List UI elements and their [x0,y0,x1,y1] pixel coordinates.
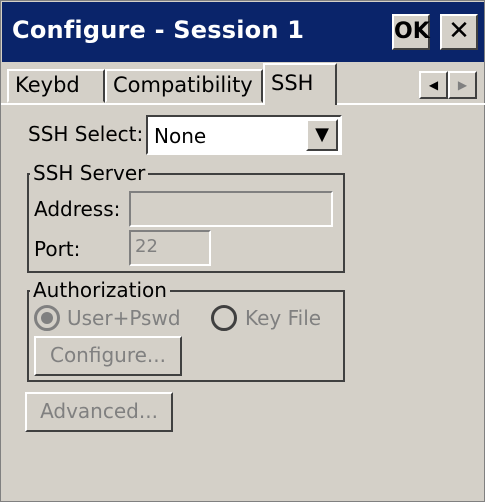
radio-user-pswd[interactable] [34,305,60,331]
ssh-select-dropdown[interactable]: None ▼ [146,115,342,155]
window-title: Configure - Session 1 [12,16,305,44]
close-icon: ✕ [448,16,470,46]
address-label: Address: [34,197,121,221]
arrow-left-icon: ◀ [428,78,439,92]
arrow-right-icon: ▶ [457,78,468,92]
title-bar: Configure - Session 1 OK ✕ [2,2,484,62]
tab-scroll-buttons: ◀ ▶ [419,71,477,99]
address-field[interactable] [129,191,333,227]
port-label: Port: [34,237,81,261]
close-button[interactable]: ✕ [440,14,478,50]
radio-key-file[interactable] [211,305,237,331]
tab-keybd[interactable]: Keybd [7,69,105,103]
configure-button[interactable]: Configure... [34,336,182,376]
tab-scroll-right-button[interactable]: ▶ [448,71,477,99]
radio-key-file-label: Key File [245,306,322,330]
tab-divider [1,103,485,105]
dropdown-button[interactable]: ▼ [306,119,338,151]
radio-selected-dot [41,312,53,324]
ssh-server-group-title: SSH Server [30,161,149,185]
authorization-group-title: Authorization [30,278,170,302]
chevron-down-icon: ▼ [315,124,329,145]
port-field[interactable]: 22 [129,230,211,266]
tab-scroll-left-button[interactable]: ◀ [419,71,448,99]
advanced-button[interactable]: Advanced... [25,392,173,432]
tab-compatibility[interactable]: Compatibility [105,69,263,103]
ssh-select-label: SSH Select: [28,122,144,146]
configure-window: Configure - Session 1 OK ✕ Keybd Compati… [0,0,485,502]
ssh-select-value: None [154,124,207,148]
radio-user-pswd-label: User+Pswd [67,306,181,330]
tab-ssh[interactable]: SSH [263,63,337,105]
ok-button[interactable]: OK [392,14,430,50]
tab-strip: Keybd Compatibility SSH [1,63,485,105]
